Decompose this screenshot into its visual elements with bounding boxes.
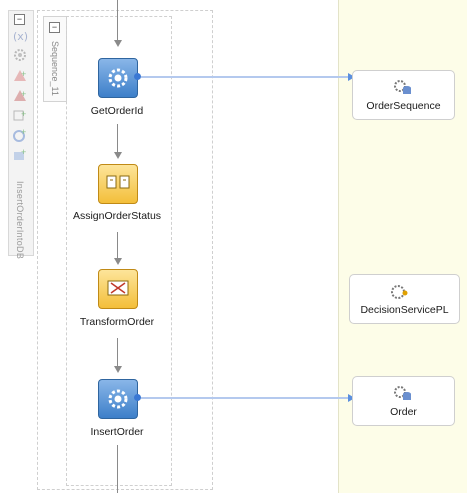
svg-text:+: +: [21, 69, 26, 79]
catch-all-add-icon[interactable]: +: [12, 87, 28, 103]
svg-text:+: +: [21, 89, 26, 99]
flow-line: [117, 445, 118, 493]
decision-service-icon: [391, 285, 408, 299]
svg-text:+: +: [21, 109, 26, 119]
activity-getorderid[interactable]: [98, 58, 138, 98]
database-adapter-icon: [394, 80, 411, 94]
gear-icon: [108, 68, 128, 88]
wire-anchor[interactable]: [134, 73, 141, 80]
partner-wire: [141, 397, 351, 399]
partner-wire: [141, 76, 351, 78]
svg-text:+: +: [21, 127, 26, 137]
scope-collapse-button[interactable]: −: [14, 14, 25, 25]
sequence-name-label: Sequence_11: [50, 41, 60, 96]
partner-link-label: OrderSequence: [366, 100, 441, 112]
flow-arrow: [114, 258, 122, 265]
flow-line: [117, 338, 118, 366]
flow-line: [117, 0, 118, 40]
flow-arrow: [114, 40, 122, 47]
assign-icon: [106, 175, 130, 189]
flow-line: [117, 232, 118, 258]
sequence-tab[interactable]: − Sequence_11: [43, 16, 67, 102]
flow-arrow: [114, 366, 122, 373]
activity-transformorder[interactable]: [98, 269, 138, 309]
gear-icon: [108, 389, 128, 409]
wire-anchor[interactable]: [134, 394, 141, 401]
gear-icon[interactable]: [12, 47, 28, 63]
variable-icon[interactable]: (x): [12, 28, 28, 44]
partner-link-label: Order: [390, 406, 417, 418]
transform-icon: [107, 280, 129, 296]
event-add-icon[interactable]: +: [12, 127, 28, 143]
flow-line: [117, 124, 118, 152]
activity-label: AssignOrderStatus: [72, 210, 162, 222]
activity-label: GetOrderId: [90, 105, 144, 117]
partner-link-label: DecisionServicePL: [360, 304, 449, 316]
activity-assignorderstatus[interactable]: [98, 164, 138, 204]
partner-link-decisionservicepl[interactable]: DecisionServicePL: [349, 274, 460, 324]
activity-insertorder[interactable]: [98, 379, 138, 419]
scope-name-label: InsertOrderIntoDB: [15, 181, 25, 260]
sequence-collapse-button[interactable]: −: [49, 22, 60, 33]
catch-add-icon[interactable]: +: [12, 67, 28, 83]
flow-arrow: [114, 152, 122, 159]
message-add-icon[interactable]: +: [12, 147, 28, 163]
activity-label: TransformOrder: [79, 316, 155, 328]
compensation-add-icon[interactable]: +: [12, 107, 28, 123]
svg-text:+: +: [21, 147, 26, 157]
scope-toolbar: − (x) + + + + + InsertOrderIntoDB: [8, 10, 34, 260]
database-adapter-icon: [394, 386, 411, 400]
partner-link-order[interactable]: Order: [352, 376, 455, 426]
activity-label: InsertOrder: [90, 426, 144, 438]
partner-link-ordersequence[interactable]: OrderSequence: [352, 70, 455, 120]
svg-text:(x): (x): [13, 30, 28, 43]
